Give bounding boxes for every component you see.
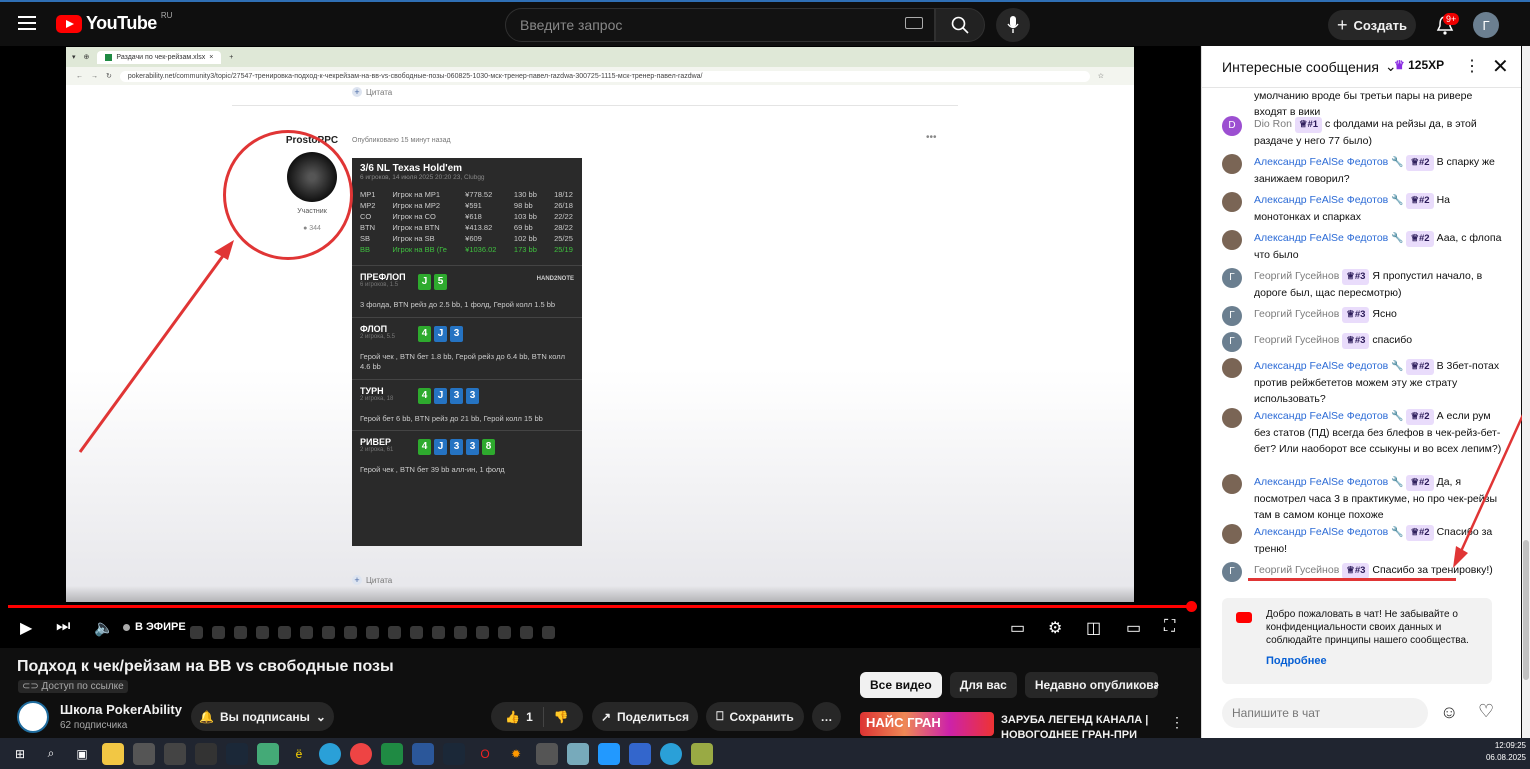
next-icon[interactable]: ⏭: [56, 618, 70, 636]
save-label: Сохранить: [729, 709, 794, 724]
create-label: Создать: [1353, 17, 1407, 33]
menu-icon[interactable]: [12, 8, 42, 38]
word-icon[interactable]: [412, 742, 434, 765]
chip-recently-uploaded[interactable]: Недавно опубликованн: [1024, 672, 1158, 698]
create-button[interactable]: + Создать: [1328, 10, 1416, 40]
clock-time: 12:09:25: [1494, 741, 1526, 750]
chat-scrollbar-thumb[interactable]: [1523, 540, 1529, 680]
fullscreen-icon[interactable]: ⛶: [1164, 618, 1175, 636]
keyboard-icon[interactable]: [905, 17, 923, 29]
rec-thumbnail[interactable]: НАЙС ГРАН: [860, 712, 994, 736]
subscribed-label: Вы подписаны: [219, 709, 310, 724]
share-button[interactable]: ↗ Поделиться: [592, 702, 698, 731]
youtube-play-icon: [56, 14, 82, 33]
share-label: Поделиться: [617, 709, 690, 724]
mic-button[interactable]: [996, 8, 1030, 42]
chevron-down-icon: ⌄: [315, 709, 326, 724]
yandex-icon[interactable]: ё: [288, 743, 310, 765]
live-chat-panel: Интересные сообщения ⌄ ♛ 125XP ⋮ ✕ умолч…: [1201, 46, 1522, 738]
search-input[interactable]: Введите запрос: [505, 8, 935, 42]
app-icon[interactable]: [691, 742, 713, 765]
miniplayer-icon[interactable]: ◫: [1086, 618, 1101, 638]
chip-all-videos[interactable]: Все видео: [860, 672, 942, 698]
telegram-icon[interactable]: [660, 742, 682, 765]
like-icon[interactable]: 👍: [505, 710, 520, 724]
chip-for-you[interactable]: Для вас: [949, 672, 1017, 698]
app-icon[interactable]: [598, 742, 620, 765]
chevron-right-icon[interactable]: ›: [1154, 676, 1159, 694]
account-avatar[interactable]: Г: [1473, 12, 1499, 38]
search-icon: [951, 16, 969, 34]
plus-icon: +: [1337, 14, 1348, 35]
calculator-icon[interactable]: [133, 742, 155, 765]
like-dislike-button[interactable]: 👍 1 👎: [491, 702, 583, 731]
search-button[interactable]: [935, 8, 985, 42]
rec-more-icon[interactable]: ⋮: [1170, 714, 1184, 731]
like-count: 1: [526, 709, 533, 724]
opera-icon[interactable]: O: [474, 743, 496, 765]
app-icon[interactable]: ✹: [505, 743, 527, 765]
app-icon[interactable]: [536, 742, 558, 765]
progress-scrubber[interactable]: [1186, 601, 1197, 612]
youtube-logo[interactable]: YouTube RU: [56, 11, 173, 34]
red-annotation-arrow: [1453, 413, 1522, 568]
youtube-header: YouTube RU Введите запрос + Создать 9+ Г: [0, 0, 1530, 46]
video-title: Подход к чек/рейзам на BB vs свободные п…: [17, 658, 394, 675]
live-label: В ЭФИРЕ: [135, 621, 186, 633]
subscribe-button[interactable]: 🔔 Вы подписаны ⌄: [191, 702, 334, 731]
access-label: Доступ по ссылке: [41, 681, 124, 692]
access-badge: ⊂⊃ Доступ по ссылке: [18, 680, 128, 693]
recommendation-chips: Все видео Для вас Недавно опубликованн: [860, 672, 1158, 698]
excel-icon[interactable]: [381, 742, 403, 765]
save-button[interactable]: ⎕ Сохранить: [706, 702, 804, 731]
shared-screen-taskbar: [120, 620, 1130, 644]
logo-region: RU: [160, 11, 173, 20]
dislike-icon[interactable]: 👎: [554, 710, 569, 724]
volume-icon[interactable]: 🔈: [94, 618, 114, 638]
channel-avatar[interactable]: [17, 701, 49, 733]
share-icon: ↗: [600, 709, 612, 724]
search-icon[interactable]: ⌕: [40, 743, 62, 765]
explorer-icon[interactable]: [102, 742, 124, 765]
mic-icon: [1007, 16, 1019, 33]
notification-badge: 9+: [1443, 13, 1460, 25]
steam-icon[interactable]: [443, 742, 465, 765]
app-icon[interactable]: [164, 742, 186, 765]
red-annotation-arrow: [78, 240, 234, 453]
theater-icon[interactable]: ▭: [1126, 618, 1141, 638]
system-clock[interactable]: 12:09:25 06.08.2025: [1486, 740, 1526, 764]
taskview-icon[interactable]: ▣: [71, 743, 93, 765]
live-indicator[interactable]: В ЭФИРЕ: [123, 621, 186, 633]
channel-name[interactable]: Школа PokerAbility: [60, 702, 182, 717]
channel-subscribers: 62 подписчика: [60, 720, 128, 731]
bookmark-icon: ⎕: [716, 709, 724, 723]
steam-icon[interactable]: [226, 742, 248, 765]
link-icon: ⊂⊃: [22, 681, 39, 692]
bell-icon: 🔔: [199, 709, 214, 724]
chrome-icon[interactable]: [350, 742, 372, 765]
clock-date: 06.08.2025: [1485, 753, 1526, 762]
app-icon[interactable]: [195, 742, 217, 765]
more-actions-button[interactable]: …: [812, 702, 841, 731]
app-icon[interactable]: [257, 742, 279, 765]
app-icon[interactable]: [567, 742, 589, 765]
video-player[interactable]: ▾ ⊕ Раздачи по чек-рейзам.xlsx × + ← → ↻…: [0, 46, 1200, 648]
telegram-icon[interactable]: [319, 742, 341, 765]
progress-bar[interactable]: [8, 605, 1192, 608]
app-icon[interactable]: [629, 742, 651, 765]
settings-icon[interactable]: ⚙: [1048, 618, 1062, 638]
start-icon[interactable]: ⊞: [9, 743, 31, 765]
subtitles-icon[interactable]: ▭: [1010, 618, 1025, 638]
play-icon[interactable]: ▶: [20, 618, 32, 638]
logo-text: YouTube: [86, 13, 157, 33]
windows-taskbar: ⊞ ⌕ ▣ ё O ✹ 12:09:25 06.08.2025: [0, 738, 1530, 769]
